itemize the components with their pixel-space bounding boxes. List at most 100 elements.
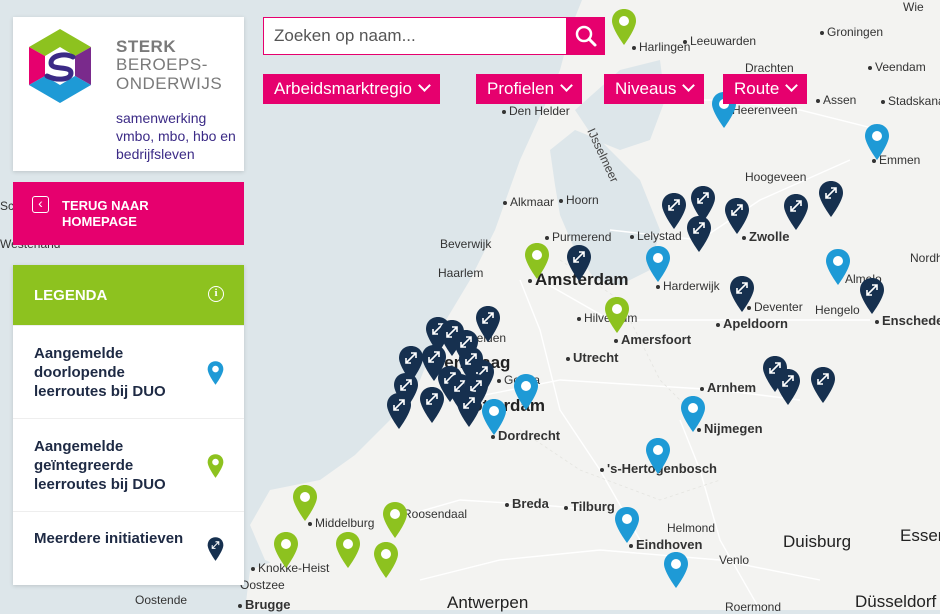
- search-bar: [263, 17, 605, 55]
- doorlopende-leerroute-pin[interactable]: [680, 395, 706, 433]
- legend-title: LEGENDA: [34, 287, 108, 304]
- logo-title: STERK: [116, 37, 177, 56]
- geintegreerde-leerroute-pin[interactable]: [382, 501, 408, 539]
- place-label: Arnhem: [700, 380, 756, 395]
- doorlopende-leerroute-pin[interactable]: [645, 245, 671, 283]
- place-label: Hengelo: [815, 303, 860, 317]
- logo-subtitle: BEROEPS-ONDERWIJS: [116, 55, 223, 93]
- doorlopende-leerroute-pin[interactable]: [513, 373, 539, 411]
- geintegreerde-leerroute-pin[interactable]: [292, 484, 318, 522]
- blue-pin-icon: [207, 360, 224, 386]
- geintegreerde-leerroute-pin[interactable]: [373, 541, 399, 579]
- legend-panel: LEGENDA i Aangemelde doorlopende leerrou…: [13, 265, 244, 585]
- place-label: Hoorn: [559, 193, 599, 207]
- place-label: Oostzee: [240, 578, 285, 592]
- meerdere-initiatieven-pin[interactable]: [810, 366, 836, 404]
- doorlopende-leerroute-pin[interactable]: [481, 398, 507, 436]
- place-label: Nordhorn: [910, 251, 940, 265]
- filter-profielen[interactable]: Profielen: [476, 74, 583, 104]
- filter-label: Niveaus: [615, 79, 677, 98]
- search-icon: [575, 25, 597, 47]
- legend-item-geintegreerde: Aangemelde geïntegreerde leerroutes bij …: [13, 418, 244, 512]
- place-label: Essen: [900, 526, 940, 545]
- doorlopende-leerroute-pin[interactable]: [614, 506, 640, 544]
- doorlopende-leerroute-pin[interactable]: [645, 437, 671, 475]
- place-label: Antwerpen: [447, 593, 529, 612]
- info-icon[interactable]: i: [208, 286, 224, 302]
- legend-item-label: Aangemelde doorlopende leerroutes bij DU…: [34, 345, 166, 400]
- meerdere-initiatieven-pin[interactable]: [686, 215, 712, 253]
- geintegreerde-leerroute-pin[interactable]: [335, 531, 361, 569]
- chevron-down-icon: [785, 79, 799, 92]
- place-label: Leeuwarden: [683, 34, 756, 48]
- place-label: Enschede: [875, 313, 940, 328]
- filter-label: Route: [734, 79, 780, 98]
- geintegreerde-leerroute-pin[interactable]: [273, 531, 299, 569]
- doorlopende-leerroute-pin[interactable]: [825, 248, 851, 286]
- search-button[interactable]: [567, 17, 605, 55]
- logo-card[interactable]: STERK BEROEPS-ONDERWIJS samenwerking vmb…: [13, 17, 244, 171]
- meerdere-initiatieven-pin[interactable]: [859, 277, 885, 315]
- green-pin-icon: [207, 453, 224, 479]
- place-label: Breda: [505, 496, 549, 511]
- place-label: Assen: [816, 93, 856, 107]
- meerdere-initiatieven-pin[interactable]: [783, 193, 809, 231]
- meerdere-initiatieven-pin[interactable]: [775, 368, 801, 406]
- meerdere-initiatieven-pin[interactable]: [419, 386, 445, 424]
- place-label: Eindhoven: [629, 537, 702, 552]
- place-label: Apeldoorn: [716, 316, 788, 331]
- meerdere-initiatieven-pin[interactable]: [566, 244, 592, 282]
- legend-item-label: Aangemelde geïntegreerde leerroutes bij …: [34, 438, 166, 493]
- logo-icon: [29, 29, 91, 103]
- place-label: Utrecht: [566, 350, 619, 365]
- doorlopende-leerroute-pin[interactable]: [663, 551, 689, 589]
- filter-arbeidsmarktregio[interactable]: Arbeidsmarktregio: [263, 74, 440, 104]
- filter-niveaus[interactable]: Niveaus: [604, 74, 705, 104]
- place-label: Heerenveen: [732, 103, 798, 117]
- place-label: Veendam: [868, 60, 926, 74]
- place-label: Hoogeveen: [745, 170, 807, 184]
- place-label: Stadskanaal: [881, 94, 940, 108]
- place-label: Alkmaar: [503, 195, 554, 209]
- place-label: Deventer: [747, 300, 803, 314]
- legend-header[interactable]: LEGENDA i: [13, 265, 244, 325]
- chevron-left-icon: ‹: [32, 196, 49, 213]
- logo-tagline: samenwerking vmbo, mbo, hbo en bedrijfsl…: [116, 110, 236, 162]
- back-to-homepage-button[interactable]: ‹ TERUG NAAR HOMEPAGE: [13, 182, 244, 245]
- meerdere-initiatieven-pin[interactable]: [456, 390, 482, 428]
- filter-label: Profielen: [487, 79, 555, 98]
- place-label: Drachten: [745, 61, 794, 75]
- meerdere-initiatieven-pin[interactable]: [661, 192, 687, 230]
- chevron-down-icon: [418, 79, 431, 92]
- filter-route[interactable]: Route: [723, 74, 808, 104]
- chevron-down-icon: [682, 79, 696, 92]
- place-label: Düsseldorf: [855, 592, 937, 611]
- place-label: Amersfoort: [614, 332, 691, 347]
- geintegreerde-leerroute-pin[interactable]: [611, 8, 637, 46]
- meerdere-initiatieven-pin[interactable]: [729, 275, 755, 313]
- place-label: Wie: [903, 0, 924, 14]
- legend-item-doorlopende: Aangemelde doorlopende leerroutes bij DU…: [13, 325, 244, 419]
- place-label: Haarlem: [438, 266, 484, 280]
- place-label: Venlo: [719, 553, 750, 567]
- place-label: Purmerend: [545, 230, 611, 244]
- meerdere-initiatieven-pin[interactable]: [724, 197, 750, 235]
- back-button-label: TERUG NAAR HOMEPAGE: [62, 198, 149, 229]
- meerdere-initiatieven-pin[interactable]: [386, 392, 412, 430]
- doorlopende-leerroute-pin[interactable]: [864, 123, 890, 161]
- place-label: Oostende: [135, 593, 188, 607]
- geintegreerde-leerroute-pin[interactable]: [604, 296, 630, 334]
- place-label: Groningen: [820, 25, 883, 39]
- legend-item-label: Meerdere initiatieven: [34, 530, 184, 547]
- place-label: Duisburg: [783, 532, 852, 551]
- expand-pin-icon: [207, 536, 224, 562]
- geintegreerde-leerroute-pin[interactable]: [524, 242, 550, 280]
- meerdere-initiatieven-pin[interactable]: [818, 180, 844, 218]
- place-label: Harlingen: [632, 40, 690, 54]
- place-label: Nijmegen: [697, 421, 763, 436]
- place-label: Helmond: [667, 521, 716, 535]
- place-label: Beverwijk: [440, 237, 492, 251]
- place-label: Roermond: [725, 600, 782, 614]
- search-input[interactable]: [263, 17, 567, 55]
- legend-item-meerdere: Meerdere initiatieven: [13, 511, 244, 586]
